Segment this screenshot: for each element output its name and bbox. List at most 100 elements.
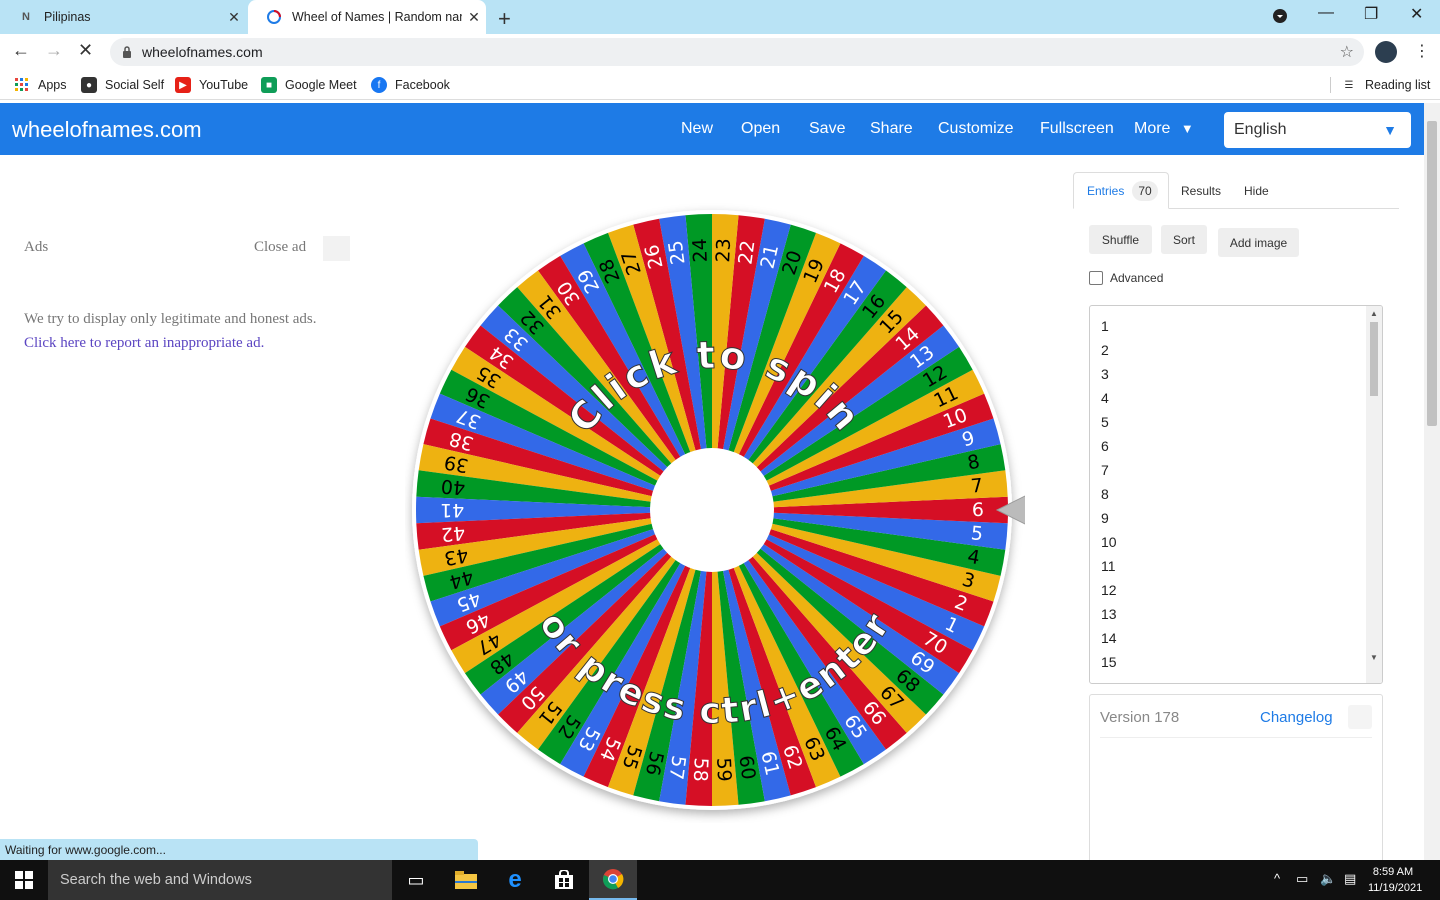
- bookmark-label: Apps: [38, 78, 67, 92]
- network-icon[interactable]: ▭: [1296, 871, 1308, 887]
- scroll-up-icon[interactable]: ▲: [1370, 309, 1378, 318]
- wheel-entry-label: 24: [689, 238, 712, 263]
- browser-menu-icon[interactable]: ⋮: [1414, 41, 1430, 61]
- nav-save[interactable]: Save: [809, 120, 845, 138]
- task-view-icon[interactable]: ▭: [392, 860, 440, 900]
- taskbar-search[interactable]: Search the web and Windows: [48, 860, 392, 900]
- entries-scrollbar[interactable]: ▲ ▼: [1366, 306, 1382, 683]
- windows-taskbar: Search the web and Windows ▭ e ^ ▭ 🔈 ▤ 8…: [0, 860, 1440, 900]
- entries-count-badge: 70: [1132, 180, 1158, 201]
- add-image-button[interactable]: Add image: [1218, 228, 1299, 257]
- address-bar[interactable]: wheelofnames.com ☆: [110, 38, 1364, 66]
- browser-tab-wheel-of-names[interactable]: Wheel of Names | Random name ✕: [248, 0, 486, 34]
- entry-line: 1: [1101, 318, 1109, 334]
- bookmark-google-meet[interactable]: ■ Google Meet: [261, 77, 357, 93]
- nav-open[interactable]: Open: [741, 120, 780, 138]
- sort-button[interactable]: Sort: [1161, 225, 1207, 254]
- edge-icon[interactable]: e: [491, 860, 539, 900]
- nav-new[interactable]: New: [681, 120, 713, 138]
- nav-customize[interactable]: Customize: [938, 120, 1014, 138]
- entry-line: 7: [1101, 462, 1109, 478]
- close-ad-label[interactable]: Close ad: [254, 239, 306, 256]
- bookmark-label: Google Meet: [285, 78, 357, 92]
- bookmark-label: YouTube: [199, 78, 249, 92]
- close-ad-button[interactable]: [323, 236, 350, 261]
- version-card: Version 178 Changelog: [1089, 694, 1383, 864]
- tab-title: Wheel of Names | Random name: [292, 10, 462, 24]
- profile-menu-icon[interactable]: [1272, 8, 1288, 29]
- site-logo[interactable]: wheelofnames.com: [12, 117, 202, 143]
- nav-fullscreen[interactable]: Fullscreen: [1040, 120, 1114, 138]
- maximize-icon[interactable]: ❐: [1364, 4, 1378, 24]
- shuffle-button[interactable]: Shuffle: [1089, 225, 1152, 254]
- wheel-entry-label: 42: [440, 521, 466, 545]
- apps-grid-icon: [14, 77, 30, 93]
- start-button[interactable]: [0, 860, 48, 900]
- tab-hide[interactable]: Hide: [1244, 172, 1269, 209]
- file-explorer-icon[interactable]: [442, 860, 490, 900]
- bookmarks-bar: Apps ● Social Self ▶ YouTube ■ Google Me…: [0, 70, 1440, 100]
- scrollbar-thumb[interactable]: [1370, 322, 1378, 396]
- browser-toolbar: ← → ✕ wheelofnames.com ☆ ⋮: [0, 34, 1440, 70]
- ads-label: Ads: [24, 239, 49, 255]
- google-meet-icon: ■: [261, 77, 277, 93]
- chevron-down-icon: ▼: [1180, 121, 1194, 136]
- tab-entries[interactable]: Entries 70: [1073, 172, 1169, 209]
- entry-line: 8: [1101, 486, 1109, 502]
- changelog-toggle-button[interactable]: [1348, 705, 1372, 729]
- reading-list-button[interactable]: ☰ Reading list: [1330, 77, 1430, 93]
- bookmark-youtube[interactable]: ▶ YouTube: [175, 77, 248, 93]
- bookmark-label: Facebook: [395, 78, 450, 92]
- advanced-toggle[interactable]: Advanced: [1089, 271, 1163, 285]
- forward-icon[interactable]: →: [45, 40, 63, 61]
- window-close-icon[interactable]: ✕: [1410, 4, 1423, 24]
- advanced-checkbox[interactable]: [1089, 271, 1103, 285]
- close-tab-icon[interactable]: ✕: [222, 9, 246, 26]
- scroll-down-icon[interactable]: ▼: [1370, 653, 1378, 662]
- chrome-taskbar-icon[interactable]: [589, 860, 637, 900]
- wheel-entry-label: 25: [665, 239, 690, 266]
- store-icon[interactable]: [540, 860, 588, 900]
- browser-tab-pilipinas[interactable]: N Pilipinas ✕: [0, 0, 246, 34]
- spin-wheel[interactable]: 1 2 3 4 5 6 7 8 9 10 11 12 13 14 15 16 17 18 19 20 21 22 23 24 2…: [405, 203, 1036, 823]
- ad-disclaimer: We try to display only legitimate and ho…: [24, 311, 317, 327]
- wheel-entry-label: 59: [712, 757, 735, 782]
- wheel-entry-label: 58: [689, 757, 712, 782]
- stop-loading-icon[interactable]: ✕: [78, 40, 93, 61]
- entry-line: 5: [1101, 414, 1109, 430]
- new-tab-icon[interactable]: +: [498, 6, 511, 32]
- bookmark-star-icon[interactable]: ☆: [1340, 42, 1354, 62]
- tab-entries-label: Entries: [1087, 183, 1125, 198]
- bookmark-social-self[interactable]: ● Social Self: [81, 77, 164, 93]
- language-select[interactable]: English ▼: [1224, 112, 1411, 148]
- scrollbar-thumb[interactable]: [1427, 121, 1437, 426]
- nav-more[interactable]: More ▼: [1134, 120, 1194, 138]
- report-ad-link[interactable]: Click here to report an inappropriate ad…: [24, 335, 264, 352]
- close-tab-icon[interactable]: ✕: [462, 9, 486, 26]
- wheel-entry-label: 41: [440, 499, 464, 521]
- entry-line: 13: [1101, 606, 1117, 622]
- page-scrollbar[interactable]: [1424, 103, 1440, 860]
- tab-title: Pilipinas: [44, 10, 91, 24]
- back-icon[interactable]: ←: [12, 40, 30, 61]
- taskbar-clock[interactable]: 8:59 AM 11/19/2021: [1368, 864, 1422, 896]
- profile-avatar[interactable]: [1375, 41, 1397, 63]
- entry-line: 12: [1101, 582, 1117, 598]
- wheel-entry-label: 57: [665, 754, 690, 781]
- minimize-icon[interactable]: —: [1318, 4, 1334, 22]
- nav-share[interactable]: Share: [870, 120, 913, 138]
- youtube-icon: ▶: [175, 77, 191, 93]
- volume-icon[interactable]: 🔈: [1320, 871, 1336, 887]
- notification-icon[interactable]: ▤: [1344, 871, 1356, 887]
- wheel-entry-label: 40: [440, 475, 466, 499]
- entry-line: 6: [1101, 438, 1109, 454]
- show-hidden-icons-chevron-icon[interactable]: ^: [1274, 871, 1280, 886]
- divider: [1100, 737, 1372, 738]
- tab-results[interactable]: Results: [1181, 172, 1221, 209]
- entries-textarea[interactable]: 1 2 3 4 5 6 7 8 9 10 11 12 13 14 15 ▲ ▼: [1089, 305, 1383, 684]
- wheel-entry-label: 5: [970, 522, 984, 545]
- bookmark-facebook[interactable]: f Facebook: [371, 77, 450, 93]
- advanced-label: Advanced: [1110, 271, 1164, 285]
- changelog-link[interactable]: Changelog: [1260, 709, 1333, 726]
- bookmark-apps[interactable]: Apps: [14, 77, 67, 93]
